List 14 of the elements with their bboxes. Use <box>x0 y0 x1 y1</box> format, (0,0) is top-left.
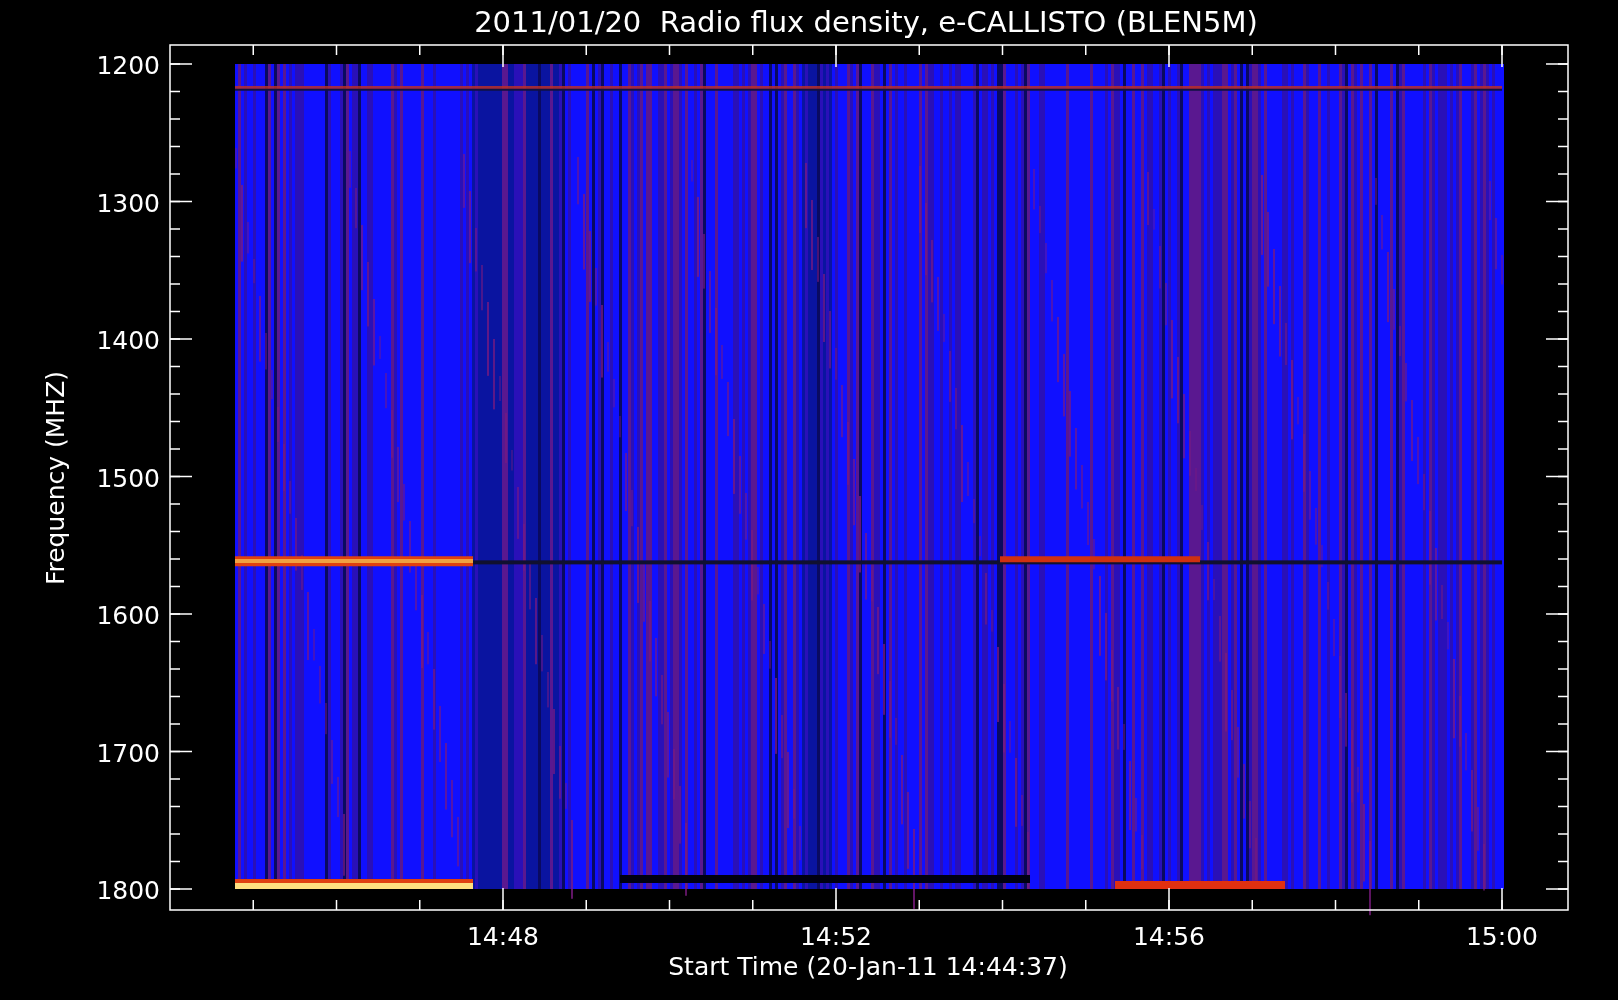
x-axis-label: Start Time (20-Jan-11 14:44:37) <box>668 952 1068 981</box>
y-tick-label: 1700 <box>96 738 160 768</box>
x-tick-label: 14:56 <box>1133 922 1205 951</box>
y-axis-label: Frequency (MHZ) <box>41 370 70 586</box>
y-tick-label: 1500 <box>96 463 160 493</box>
y-tick-label: 1200 <box>96 51 160 80</box>
y-tick-label: 1400 <box>96 326 160 355</box>
x-tick-label: 14:48 <box>467 922 539 951</box>
chart-title: 2011/01/20 Radio flux density, e-CALLISTO (BLEN5M) <box>474 5 1258 39</box>
x-tick-label: 15:00 <box>1466 922 1538 951</box>
y-tick-label: 1600 <box>96 601 160 630</box>
y-tick-label: 1300 <box>96 188 160 218</box>
x-tick-label: 14:52 <box>800 922 872 951</box>
y-tick-label: 1800 <box>96 876 160 905</box>
